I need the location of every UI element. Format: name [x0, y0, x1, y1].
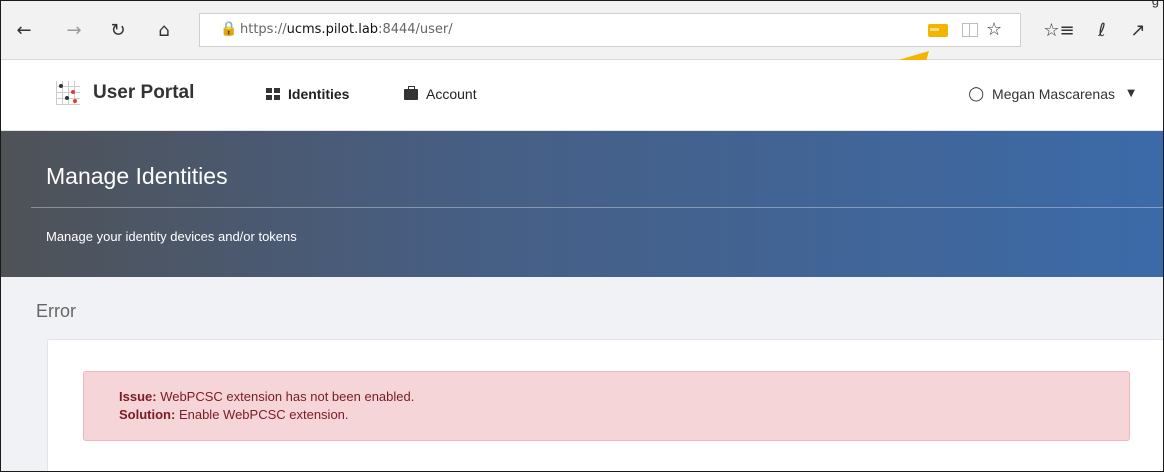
reading-view-icon[interactable] — [962, 23, 978, 37]
main-content: Error Issue: WebPCSC extension has not b… — [1, 277, 1163, 471]
issue-text: WebPCSC extension has not been enabled. — [156, 389, 415, 404]
banner-divider — [31, 207, 1163, 208]
lock-icon: 🔒 — [220, 21, 238, 37]
caret-down-icon[interactable]: ▼ — [1127, 88, 1135, 99]
nav-account[interactable]: Account — [404, 85, 477, 102]
solution-text: Enable WebPCSC extension. — [175, 407, 349, 422]
favorites-list-icon[interactable]: ☆≡ — [1043, 17, 1074, 43]
address-bar[interactable]: 🔒 https://ucms.pilot.lab:8444/user/ ☆ — [199, 13, 1021, 47]
alert-solution-line: Solution: Enable WebPCSC extension. — [119, 407, 349, 422]
user-menu[interactable]: ◯ Megan Mascarenas — [968, 86, 1115, 102]
brand-title[interactable]: User Portal — [93, 82, 194, 104]
briefcase-icon — [404, 85, 418, 100]
nav-identities[interactable]: Identities — [266, 86, 349, 102]
page-title: Manage Identities — [46, 163, 228, 189]
page-subtitle: Manage your identity devices and/or toke… — [46, 229, 297, 244]
user-icon: ◯ — [968, 86, 985, 102]
identities-grid-icon — [266, 88, 280, 100]
alert-issue-line: Issue: WebPCSC extension has not been en… — [119, 389, 414, 404]
pen-icon[interactable]: ℓ — [1089, 17, 1115, 43]
corner-text: g — [1151, 0, 1159, 8]
nav-account-label: Account — [426, 86, 477, 102]
portal-logo — [56, 81, 80, 105]
url-text[interactable]: https://ucms.pilot.lab:8444/user/ — [240, 22, 453, 37]
back-icon[interactable]: ← — [11, 17, 37, 43]
app-header: User Portal Identities Account ◯ Megan M… — [1, 60, 1163, 131]
section-title: Error — [36, 301, 76, 321]
issue-label: Issue: — [119, 389, 157, 404]
error-alert: Issue: WebPCSC extension has not been en… — [83, 371, 1130, 441]
page-banner: Manage Identities Manage your identity d… — [1, 131, 1163, 277]
forward-icon[interactable]: → — [61, 17, 87, 43]
browser-window: g ← → ↻ ⌂ 🔒 https://ucms.pilot.lab:8444/… — [0, 0, 1164, 472]
user-name: Megan Mascarenas — [992, 86, 1115, 102]
browser-toolbar: g ← → ↻ ⌂ 🔒 https://ucms.pilot.lab:8444/… — [1, 1, 1163, 60]
solution-label: Solution: — [119, 407, 176, 422]
share-icon[interactable]: ↗ — [1125, 17, 1151, 43]
nav-identities-label: Identities — [288, 86, 350, 102]
smartcard-extension-icon[interactable] — [928, 24, 948, 37]
refresh-icon[interactable]: ↻ — [105, 17, 131, 43]
favorite-star-icon[interactable]: ☆ — [986, 19, 1002, 40]
home-icon[interactable]: ⌂ — [151, 17, 177, 43]
url-host: ucms.pilot.lab — [286, 22, 379, 37]
error-panel: Issue: WebPCSC extension has not been en… — [47, 339, 1163, 471]
